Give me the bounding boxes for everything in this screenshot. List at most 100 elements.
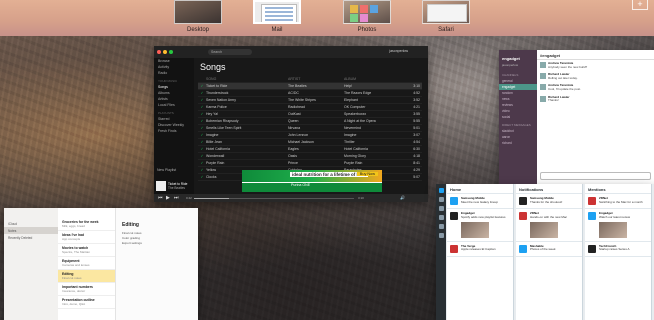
minimize-button[interactable]	[163, 50, 167, 54]
now-playing-artist[interactable]: The Beatles	[168, 186, 185, 190]
channels-heading[interactable]: Channels	[499, 70, 537, 78]
song-album[interactable]: Elephant	[344, 98, 404, 102]
table-row[interactable]: ✓ Hotel California Eagles Hotel California 6…	[198, 146, 422, 153]
column-header[interactable]: Notifications	[516, 184, 582, 194]
avatar[interactable]	[540, 62, 546, 68]
song-album[interactable]: Hotel California	[344, 147, 404, 151]
avatar[interactable]	[540, 84, 546, 91]
space-thumbnail[interactable]	[343, 0, 391, 24]
tweet[interactable]: Engadget Watch our latest review	[585, 209, 651, 242]
note-editor[interactable]: Editing Final cut notes Color grading Ex…	[116, 208, 198, 320]
song-album[interactable]: Speakerboxxx	[344, 112, 404, 116]
advertisement-banner[interactable]: ideal nutrition for a lifetime of love B…	[242, 170, 382, 192]
column-header-artist[interactable]: ARTIST	[288, 77, 344, 81]
song-artist[interactable]: Prince	[288, 161, 344, 165]
ad-buy-button[interactable]: Buy Now	[356, 172, 378, 176]
folder-item[interactable]: iCloud	[4, 220, 58, 227]
title-bar[interactable]: Search jasonperlow	[154, 46, 428, 58]
user-name[interactable]: jasonperlow	[389, 49, 408, 53]
search-icon[interactable]	[438, 197, 444, 202]
add-space-button[interactable]: +	[632, 0, 648, 10]
album-art[interactable]	[156, 181, 166, 191]
search-input[interactable]: Search	[208, 49, 252, 55]
song-album[interactable]: The Razors Edge	[344, 91, 404, 95]
messages-icon[interactable]	[438, 224, 444, 229]
slack-window[interactable]: engadget jasonperlow Channels general eng…	[499, 50, 654, 184]
play-icon[interactable]: ▶	[166, 195, 170, 201]
note-line[interactable]: Export settings	[116, 240, 198, 245]
user-name[interactable]: jasonperlow	[499, 63, 537, 70]
song-album[interactable]: Help!	[344, 84, 404, 88]
avatar[interactable]	[540, 95, 546, 102]
column-header[interactable]: Mentions	[585, 184, 651, 194]
avatar[interactable]	[588, 197, 596, 205]
song-album[interactable]: OK Computer	[344, 105, 404, 109]
column-header[interactable]: Home	[447, 184, 513, 194]
tweet-image[interactable]	[530, 221, 558, 238]
table-row[interactable]: ✓ Seven Nation Army The White Stripes Eleph…	[198, 97, 422, 104]
folder-item[interactable]: Notes	[4, 227, 58, 234]
space-mail[interactable]: Mail	[253, 0, 301, 33]
space-thumbnail[interactable]	[253, 0, 301, 24]
avatar[interactable]	[519, 197, 527, 205]
song-artist[interactable]: The White Stripes	[288, 98, 344, 102]
table-row[interactable]: ✓ Purple Rain Prince Purple Rain 8:41	[198, 160, 422, 167]
tweetdeck-window[interactable]: Home Samsung Mobile Meet the new Galaxy li…	[436, 184, 654, 320]
note-title[interactable]: Editing	[116, 208, 198, 230]
sidebar-item-playlist[interactable]: Fresh Finds	[154, 128, 194, 134]
zoom-button[interactable]	[169, 50, 173, 54]
column-header-song[interactable]: SONG	[206, 77, 288, 81]
tweet[interactable]: TechCrunch Startup raises Series A	[585, 242, 651, 257]
avatar[interactable]	[540, 73, 546, 80]
table-row[interactable]: ✓ Billie Jean Michael Jackson Thriller 4:54	[198, 139, 422, 146]
folder-item[interactable]: Recently Deleted	[4, 234, 58, 241]
tweet[interactable]: Samsung Mobile Thanks for the shoutout!	[516, 194, 582, 209]
volume-icon[interactable]: 🔊	[400, 195, 405, 200]
avatar[interactable]	[450, 197, 458, 205]
avatar[interactable]	[588, 244, 596, 253]
space-thumbnail[interactable]	[422, 0, 470, 24]
table-row[interactable]: ✓ Karma Police Radiohead OK Computer 4:21	[198, 104, 422, 111]
song-album[interactable]: Imagine	[344, 133, 404, 137]
tweet[interactable]: The Verge Apple releases El Capitan	[447, 242, 513, 257]
song-album[interactable]: A Night at the Opera	[344, 119, 404, 123]
list-item[interactable]: Movies to watch Spectre, The Martian	[58, 244, 115, 257]
tweet[interactable]: Mashable Photos of the week	[516, 242, 582, 257]
list-item[interactable]: Editing Final cut notes	[58, 270, 115, 283]
song-artist[interactable]: AC/DC	[288, 91, 344, 95]
tweet-image[interactable]	[599, 221, 627, 238]
tweet[interactable]: ZDNet Hands-on with the new Mac	[516, 209, 582, 242]
table-row[interactable]: ✓ Hey Ya! OutKast Speakerboxxx 3:55	[198, 111, 422, 118]
space-desktop[interactable]: Desktop	[174, 0, 222, 33]
list-item[interactable]: Ideas I've had App concepts	[58, 231, 115, 244]
tweet[interactable]: Samsung Mobile Meet the new Galaxy lineup	[447, 194, 513, 209]
song-album[interactable]: Purple Rain	[344, 161, 404, 165]
dm-heading[interactable]: Direct Messages	[499, 120, 537, 128]
dm-item[interactable]: richard	[499, 140, 537, 146]
table-row[interactable]: ✓ Smells Like Teen Spirit Nirvana Nevermind…	[198, 125, 422, 132]
notifications-icon[interactable]	[438, 215, 444, 220]
close-button[interactable]	[157, 50, 161, 54]
avatar[interactable]	[450, 244, 458, 253]
song-artist[interactable]: Nirvana	[288, 126, 344, 130]
next-icon[interactable]: ⏭	[174, 195, 179, 201]
list-item[interactable]: Important numbers Insurance, doctor	[58, 283, 115, 296]
song-album[interactable]: Nevermind	[344, 126, 404, 130]
notes-window[interactable]: iCloud Notes Recently Deleted Groceries fo…	[4, 208, 198, 320]
new-playlist-button[interactable]: New Playlist	[157, 168, 176, 172]
song-artist[interactable]: The Beatles	[288, 84, 344, 88]
space-thumbnail[interactable]	[174, 0, 222, 24]
tweet-compose-icon[interactable]	[438, 188, 444, 193]
song-artist[interactable]: Eagles	[288, 147, 344, 151]
song-artist[interactable]: Michael Jackson	[288, 140, 344, 144]
avatar[interactable]	[450, 212, 458, 220]
team-name[interactable]: engadget	[499, 50, 537, 63]
avatar[interactable]	[519, 244, 527, 253]
song-artist[interactable]: Oasis	[288, 154, 344, 158]
tweet[interactable]: Engadget Spotify adds new playlist featur…	[447, 209, 513, 242]
song-album[interactable]: Morning Glory	[344, 154, 404, 158]
avatar[interactable]	[588, 212, 596, 220]
table-row[interactable]: ✓ Ticket to Ride The Beatles Help! 3:10	[198, 83, 422, 90]
settings-icon[interactable]	[438, 233, 444, 238]
progress-bar[interactable]	[194, 197, 354, 199]
